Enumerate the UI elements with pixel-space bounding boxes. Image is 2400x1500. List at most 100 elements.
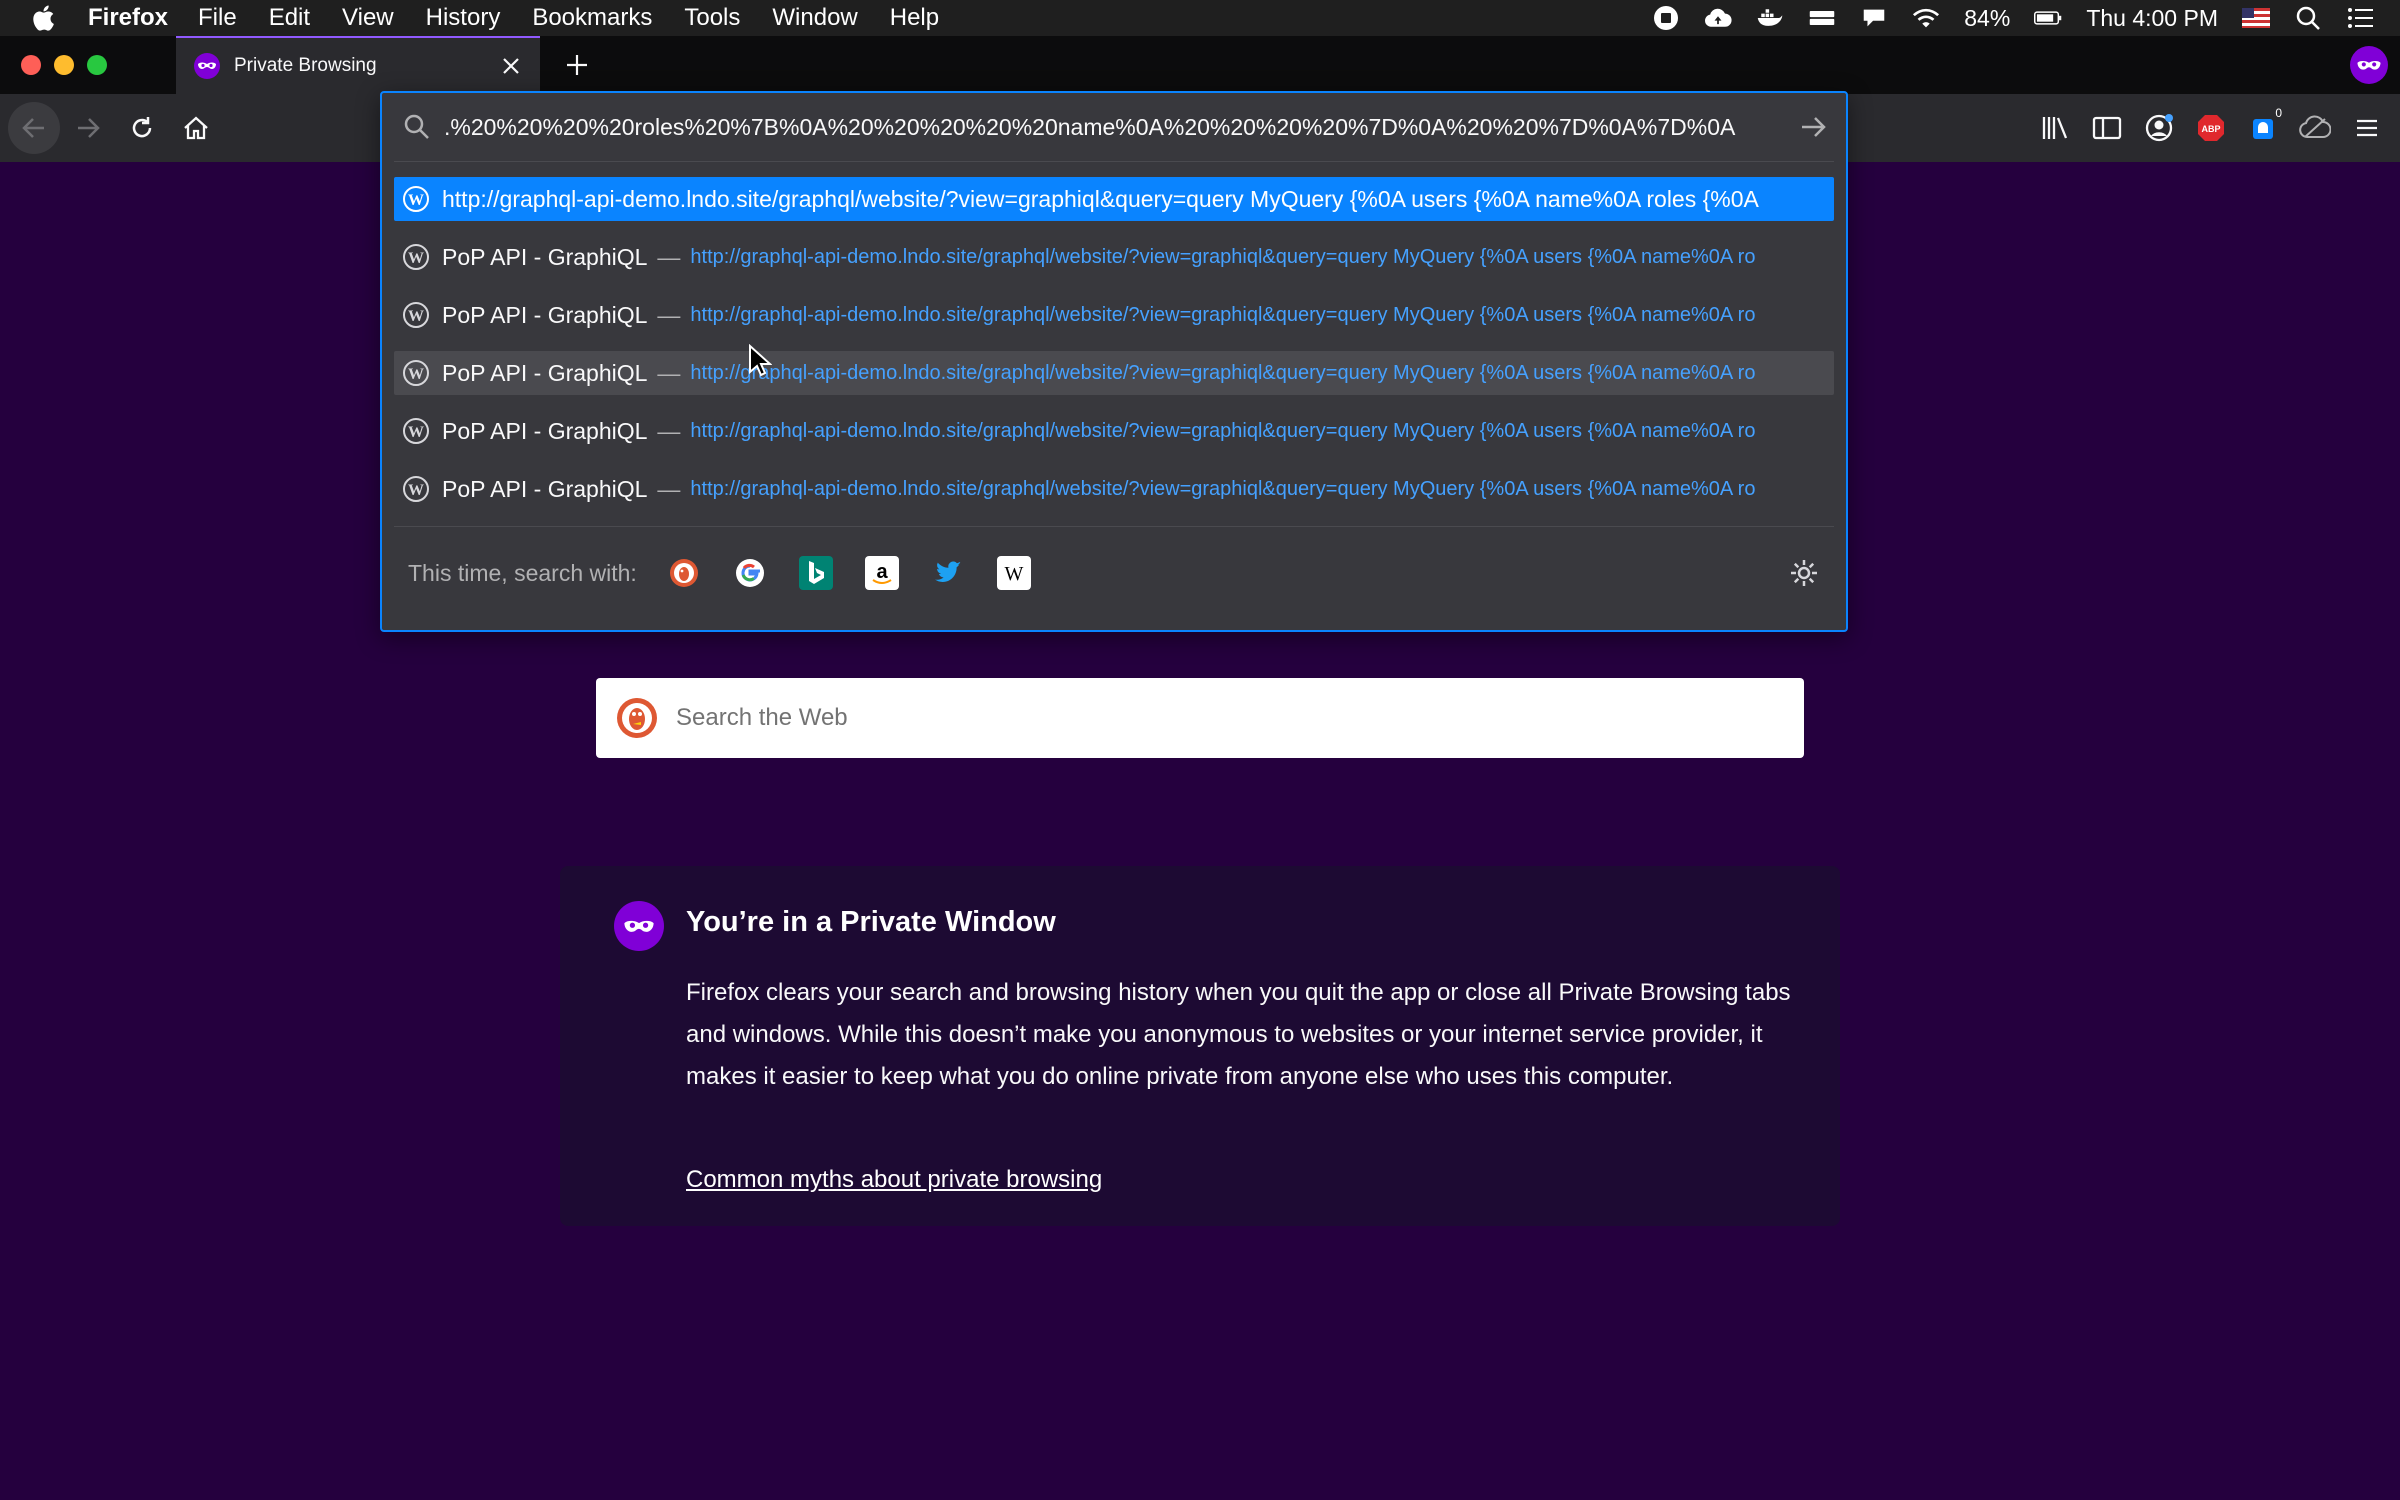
us-flag-icon[interactable] <box>2242 5 2270 31</box>
mouse-cursor-icon <box>749 344 772 377</box>
docker-icon[interactable] <box>1756 5 1784 31</box>
home-icon <box>184 116 208 140</box>
search-settings-gear-icon[interactable] <box>1788 557 1820 589</box>
cloud-upload-icon[interactable] <box>1704 5 1732 31</box>
apple-logo-icon[interactable] <box>30 3 60 33</box>
menu-window[interactable]: Window <box>772 4 857 32</box>
suggestion-item[interactable]: W http://graphql-api-demo.lndo.site/grap… <box>394 177 1834 221</box>
suggestion-item[interactable]: W PoP API - GraphiQL — http://graphql-ap… <box>394 293 1834 337</box>
battery-icon[interactable] <box>2034 5 2062 31</box>
card-heading: You’re in a Private Window <box>686 906 1056 938</box>
svg-text:W: W <box>408 424 424 441</box>
wordpress-icon: W <box>403 418 429 444</box>
library-icon[interactable] <box>2038 111 2072 145</box>
tab-strip: Private Browsing <box>0 36 2400 94</box>
notification-icon[interactable] <box>1860 5 1888 31</box>
duckduckgo-logo-icon <box>617 698 657 738</box>
search-placeholder: Search the Web <box>676 704 848 731</box>
private-mask-icon <box>194 53 220 79</box>
menu-view[interactable]: View <box>342 4 394 32</box>
suggestion-title: PoP API - GraphiQL <box>442 417 648 444</box>
common-myths-link[interactable]: Common myths about private browsing <box>686 1166 1102 1194</box>
svg-text:W: W <box>408 308 424 325</box>
menu-firefox[interactable]: Firefox <box>88 4 168 32</box>
home-button[interactable] <box>170 102 222 154</box>
adblock-plus-icon[interactable]: ABP <box>2194 111 2228 145</box>
cloud-sync-icon[interactable] <box>2298 111 2332 145</box>
window-controls <box>21 55 107 75</box>
spotlight-search-icon[interactable] <box>2294 5 2322 31</box>
one-off-divider <box>394 526 1834 527</box>
url-bar[interactable]: .%20%20%20%20roles%20%7B%0A%20%20%20%20%… <box>382 93 1846 161</box>
window-minimize-button[interactable] <box>54 55 74 75</box>
suggestion-url: http://graphql-api-demo.lndo.site/graphq… <box>690 419 1756 442</box>
wikipedia-icon[interactable]: W <box>996 556 1031 590</box>
web-search-box[interactable]: Search the Web <box>596 678 1804 758</box>
google-icon[interactable] <box>733 556 767 590</box>
suggestion-url: http://graphql-api-demo.lndo.site/graphq… <box>690 477 1756 500</box>
menu-file[interactable]: File <box>198 4 237 32</box>
search-icon <box>404 114 429 139</box>
storage-icon[interactable] <box>1808 5 1836 31</box>
amazon-icon[interactable]: a <box>864 556 899 590</box>
menu-bar-clock[interactable]: Thu 4:00 PM <box>2086 5 2218 32</box>
screen-record-icon[interactable] <box>1652 5 1680 31</box>
new-tab-button[interactable] <box>560 48 594 82</box>
twitter-icon[interactable] <box>931 556 965 590</box>
extension-badge: 0 <box>2271 105 2286 121</box>
macos-menu-bar: Firefox File Edit View History Bookmarks… <box>0 0 2400 36</box>
suggestion-item[interactable]: W PoP API - GraphiQL — http://graphql-ap… <box>394 235 1834 279</box>
one-off-search-row: This time, search with: a W <box>408 548 1820 598</box>
suggestion-separator: — <box>657 359 681 386</box>
wordpress-icon: W <box>403 360 429 386</box>
suggestion-item[interactable]: W PoP API - GraphiQL — http://graphql-ap… <box>394 467 1834 511</box>
one-off-label: This time, search with: <box>408 559 637 586</box>
private-mask-icon <box>2357 60 2381 70</box>
window-close-button[interactable] <box>21 55 41 75</box>
wordpress-icon: W <box>403 476 429 502</box>
hamburger-menu-icon[interactable] <box>2350 111 2384 145</box>
toolbar-extensions: ABP 0 <box>2038 102 2384 154</box>
extension-notification-icon[interactable]: 0 <box>2246 105 2286 145</box>
url-bar-panel: .%20%20%20%20roles%20%7B%0A%20%20%20%20%… <box>380 91 1848 632</box>
go-arrow-icon[interactable] <box>1796 109 1832 145</box>
duckduckgo-icon[interactable] <box>667 556 701 590</box>
back-button[interactable] <box>8 102 60 154</box>
control-center-icon[interactable] <box>2346 5 2374 31</box>
url-bar-divider <box>394 161 1834 162</box>
menu-help[interactable]: Help <box>890 4 939 32</box>
suggestion-title: PoP API - GraphiQL <box>442 243 648 270</box>
account-icon[interactable] <box>2142 111 2176 145</box>
tab-private-browsing[interactable]: Private Browsing <box>176 36 540 94</box>
suggestion-item[interactable]: W PoP API - GraphiQL — http://graphql-ap… <box>394 351 1834 395</box>
tab-title: Private Browsing <box>234 55 377 76</box>
suggestion-title: PoP API - GraphiQL <box>442 475 648 502</box>
reload-button[interactable] <box>116 102 168 154</box>
tab-close-button[interactable] <box>496 51 526 81</box>
url-input-value: .%20%20%20%20roles%20%7B%0A%20%20%20%20%… <box>444 113 1736 140</box>
svg-text:a: a <box>876 561 888 583</box>
svg-text:W: W <box>1004 563 1023 585</box>
forward-button[interactable] <box>62 102 114 154</box>
menu-tools[interactable]: Tools <box>684 4 740 32</box>
window-zoom-button[interactable] <box>87 55 107 75</box>
battery-percent: 84% <box>1964 4 2011 31</box>
plus-icon <box>567 55 587 75</box>
url-input[interactable]: .%20%20%20%20roles%20%7B%0A%20%20%20%20%… <box>444 114 1780 141</box>
menu-bar-status-area: 84% Thu 4:00 PM <box>1652 0 2374 36</box>
wordpress-icon: W <box>403 186 429 212</box>
suggestion-separator: — <box>657 475 681 502</box>
sidebar-icon[interactable] <box>2090 111 2124 145</box>
wifi-icon[interactable] <box>1912 5 1940 31</box>
suggestion-separator: — <box>657 243 681 270</box>
suggestion-separator: — <box>657 301 681 328</box>
menu-edit[interactable]: Edit <box>269 4 310 32</box>
suggestion-item[interactable]: W PoP API - GraphiQL — http://graphql-ap… <box>394 409 1834 453</box>
url-suggestions: W http://graphql-api-demo.lndo.site/grap… <box>394 177 1834 525</box>
menu-history[interactable]: History <box>426 4 501 32</box>
svg-text:W: W <box>408 482 424 499</box>
arrow-right-icon <box>78 118 100 138</box>
bing-icon[interactable] <box>798 556 833 590</box>
svg-text:W: W <box>408 366 424 383</box>
menu-bookmarks[interactable]: Bookmarks <box>532 4 652 32</box>
